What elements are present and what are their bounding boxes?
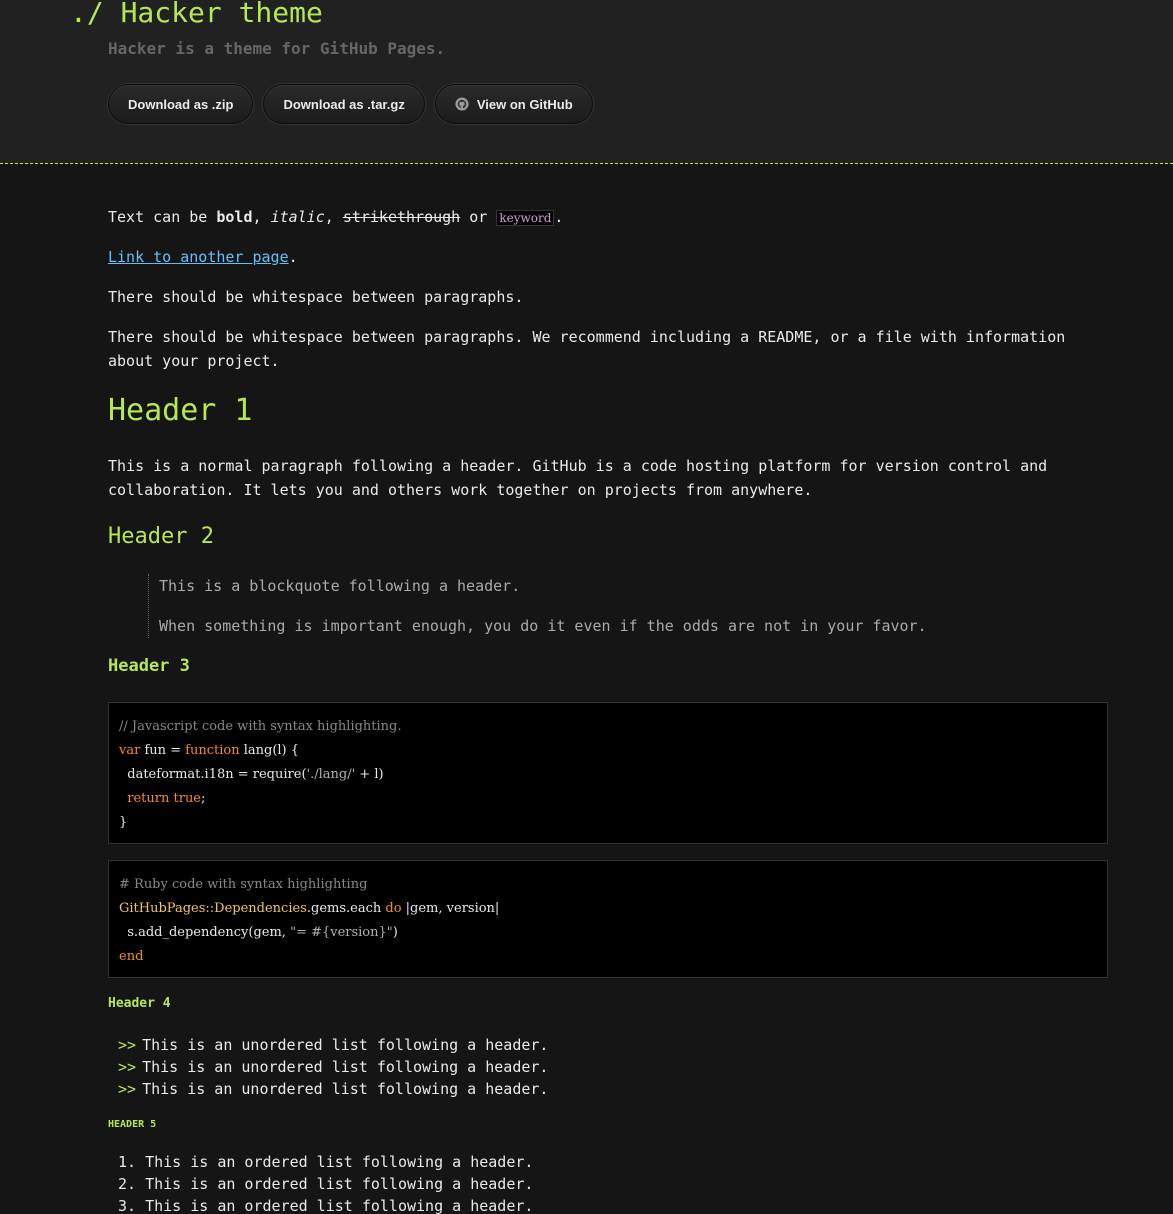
list-item: 3. This is an ordered list following a h… [118,1197,534,1214]
javascript-code-block[interactable]: // Javascript code with syntax highlight… [108,702,1108,844]
text-italic: italic [270,208,325,226]
site-header: ./ Hacker theme Hacker is a theme for Gi… [0,0,1173,164]
header-5: Header 5 [108,1119,157,1130]
text-strikethrough: strikethrough [342,208,461,226]
site-title[interactable]: ./ Hacker theme [70,0,323,34]
code-string: "= #{version}" [290,925,393,940]
bullet-marker: >> [118,1036,137,1054]
blockquote-line: This is a blockquote following a header. [159,577,521,595]
code-text: } [119,815,128,830]
download-tar-label: Download as .tar.gz [283,96,405,112]
download-zip-button[interactable]: Download as .zip [108,84,254,124]
code-comment: # Ruby code with syntax highlighting [119,877,368,892]
code-text: lang(l) { [239,743,300,758]
download-buttons: Download as .zip Download as .tar.gz Vie… [108,84,593,124]
text-plain: or [460,208,497,226]
view-on-github-button[interactable]: View on GitHub [434,84,593,124]
paragraph: There should be whitespace between parag… [108,288,524,306]
text-plain: Text can be [108,208,217,226]
text-sep: , [252,208,271,226]
code-text: s.add_dependency(gem, [119,925,291,940]
code-text: dateformat.i18n = require( [119,767,307,782]
list-item-text: This is an unordered list following a he… [142,1058,549,1076]
list-item: 1. This is an ordered list following a h… [118,1153,534,1171]
code-constant: GitHubPages::Dependencies [119,901,307,916]
code-text: ) [392,925,398,940]
list-item-text: This is an unordered list following a he… [142,1036,549,1054]
code-text: fun = [140,743,186,758]
header-2: Header 2 [108,524,214,549]
code-text: ; [201,791,206,806]
code-text: + l) [355,767,384,782]
list-item: >> This is an unordered list following a … [118,1056,548,1078]
blockquote-line: When something is important enough, you … [159,617,927,635]
list-item: >> This is an unordered list following a … [118,1034,548,1056]
formatting-paragraph: Text can be bold, italic, strikethrough … [108,205,563,230]
code-keyword: do [385,901,402,916]
code-keyword: var [119,743,141,758]
code-keyword: true [173,791,202,806]
view-on-github-label: View on GitHub [476,96,573,112]
code-text: |gem, version| [401,901,500,916]
text-plain: . [288,248,298,266]
download-zip-label: Download as .zip [128,96,234,112]
another-page-link[interactable]: Link to another page [108,248,289,266]
paragraph: There should be whitespace between parag… [108,328,1066,370]
code-text: .gems.each [306,901,386,916]
bullet-marker: >> [118,1058,137,1076]
ordered-list: 1. This is an ordered list following a h… [118,1151,533,1214]
text-plain: . [554,208,564,226]
bullet-marker: >> [118,1080,137,1098]
list-item-text: This is an unordered list following a he… [142,1080,549,1098]
code-keyword: end [119,949,144,964]
code-comment: // Javascript code with syntax highlight… [119,719,402,734]
code-keyword: function [185,743,240,758]
list-item: >> This is an unordered list following a … [118,1078,548,1100]
github-icon [455,97,469,111]
unordered-list: >> This is an unordered list following a … [118,1034,548,1100]
blockquote: This is a blockquote following a header.… [148,574,1059,638]
header-4: Header 4 [108,996,171,1011]
site-tagline: Hacker is a theme for GitHub Pages. [108,39,446,58]
text-sep: , [324,208,343,226]
code-string: './lang/' [306,767,356,782]
ruby-code-block[interactable]: # Ruby code with syntax highlighting Git… [108,860,1108,978]
link-paragraph: Link to another page. [108,245,298,269]
text-bold: bold [216,208,253,226]
code-keyword: return [127,791,170,806]
header-3: Header 3 [108,656,190,676]
header-1: Header 1 [108,393,253,428]
list-item: 2. This is an ordered list following a h… [118,1175,534,1193]
paragraph: This is a normal paragraph following a h… [108,457,1048,499]
download-tar-button[interactable]: Download as .tar.gz [263,84,425,124]
inline-code-keyword: keyword [496,210,555,226]
